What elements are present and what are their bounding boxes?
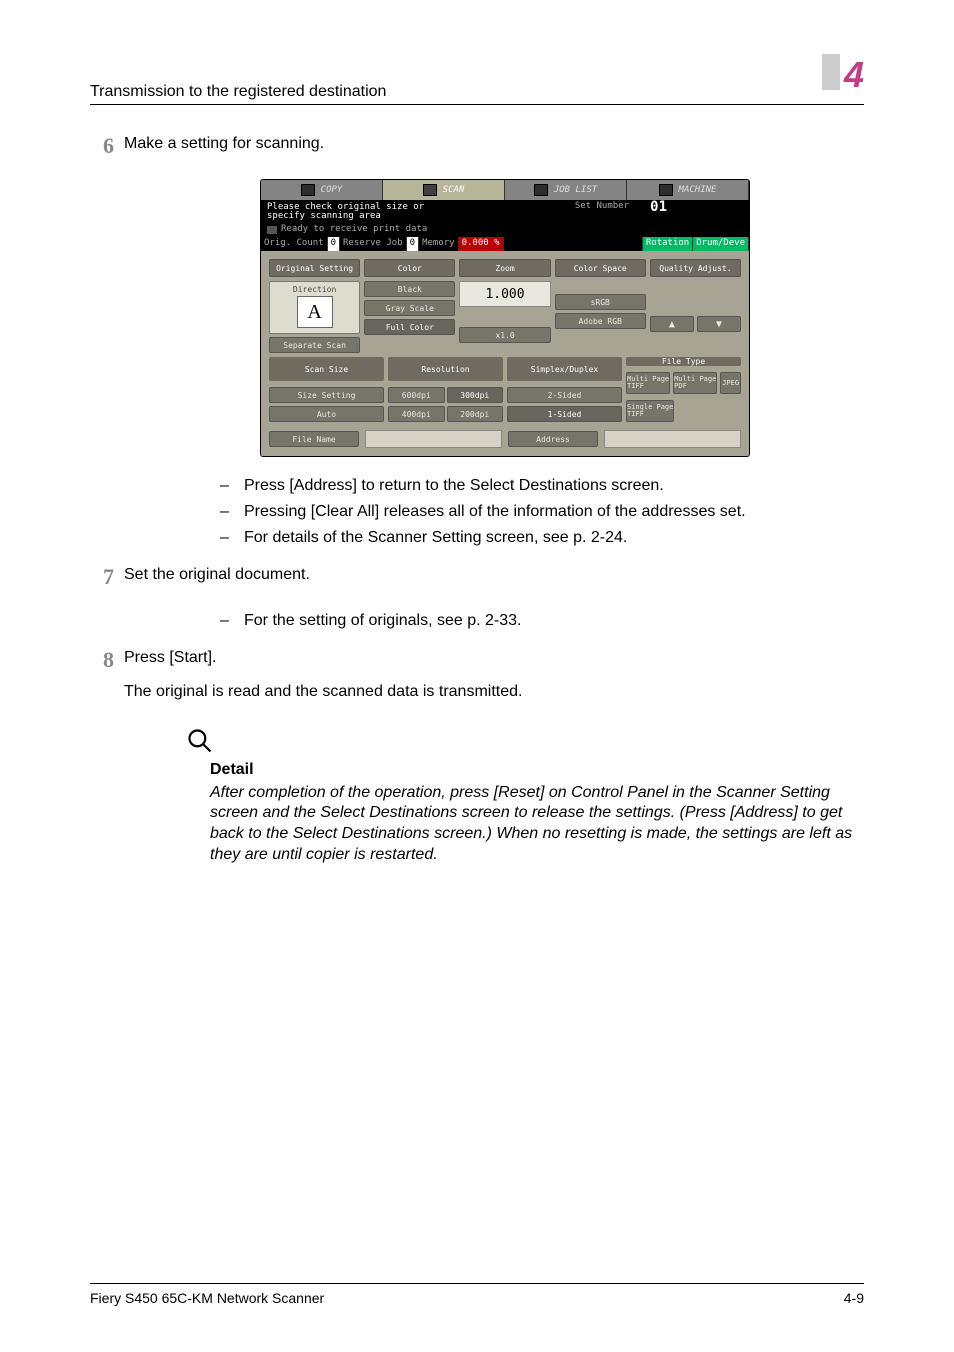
page-footer: Fiery S450 65C-KM Network Scanner 4-9 <box>90 1283 864 1306</box>
note-details: For details of the Scanner Setting scree… <box>244 527 627 549</box>
detail-body: After completion of the operation, press… <box>210 783 864 866</box>
two-sided-button[interactable]: 2-Sided <box>507 387 622 403</box>
separate-scan-button[interactable]: Separate Scan <box>269 337 360 353</box>
color-full-button[interactable]: Full Color <box>364 319 455 335</box>
scanner-settings-panel: Original Setting Color Zoom Color Space … <box>261 251 749 456</box>
tab-joblist[interactable]: JOB LIST <box>505 180 627 200</box>
hdr-color: Color <box>364 259 455 277</box>
multipage-pdf-button[interactable]: Multi Page PDF <box>673 372 717 394</box>
note-clearall: Pressing [Clear All] releases all of the… <box>244 501 746 523</box>
section-title: Transmission to the registered destinati… <box>90 83 822 101</box>
chapter-badge: 4 <box>822 60 864 102</box>
zoom-value: 1.000 <box>459 281 550 307</box>
note-originals: For the setting of originals, see p. 2-3… <box>244 610 521 632</box>
drum-status: Drum/Deve <box>693 237 749 251</box>
zoom-x1-button[interactable]: x1.0 <box>459 327 550 343</box>
device-screenshot: COPY SCAN JOB LIST MACHINE Please check … <box>260 179 750 458</box>
tab-copy[interactable]: COPY <box>261 180 383 200</box>
file-type-header: File Type <box>626 357 741 366</box>
scan-icon <box>423 184 437 196</box>
rotation-status: Rotation <box>643 237 693 251</box>
file-name-button[interactable]: File Name <box>269 431 359 447</box>
step-text: Set the original document. <box>124 564 864 586</box>
address-field-right <box>604 430 741 448</box>
step-8: 8 Press [Start]. The original is read an… <box>90 647 864 710</box>
note-address: Press [Address] to return to the Select … <box>244 475 664 497</box>
scan-size-header: Scan Size <box>269 357 384 381</box>
res-300-button[interactable]: 300dpi <box>447 387 504 403</box>
step7-notes: –For the setting of originals, see p. 2-… <box>220 610 864 632</box>
size-auto-button[interactable]: Auto <box>269 406 384 422</box>
step-7: 7 Set the original document. <box>90 564 864 594</box>
message-bar: Please check original size or specify sc… <box>261 200 749 238</box>
step6-notes: –Press [Address] to return to the Select… <box>220 475 864 548</box>
color-gray-button[interactable]: Gray Scale <box>364 300 455 316</box>
magnifier-icon <box>186 727 214 755</box>
size-setting-button[interactable]: Size Setting <box>269 387 384 403</box>
top-tab-bar: COPY SCAN JOB LIST MACHINE <box>261 180 749 200</box>
tab-scan[interactable]: SCAN <box>383 180 505 200</box>
memory-value: 0.000 % <box>459 237 504 251</box>
res-200-button[interactable]: 200dpi <box>447 406 504 422</box>
hdr-quality-adjust[interactable]: Quality Adjust. <box>650 259 741 277</box>
adobe-rgb-button[interactable]: Adobe RGB <box>555 313 646 329</box>
color-black-button[interactable]: Black <box>364 281 455 297</box>
tab-machine[interactable]: MACHINE <box>627 180 749 200</box>
hdr-color-space: Color Space <box>555 259 646 277</box>
footer-page: 4-9 <box>844 1290 864 1306</box>
detail-heading: Detail <box>210 761 864 779</box>
reserve-job-label: Reserve Job <box>340 237 407 251</box>
step-6: 6 Make a setting for scanning. <box>90 133 864 163</box>
page-header: Transmission to the registered destinati… <box>90 60 864 105</box>
step-number: 8 <box>90 647 124 710</box>
hdr-original-setting[interactable]: Original Setting <box>269 259 360 277</box>
direction-label: Direction <box>273 285 356 294</box>
one-sided-button[interactable]: 1-Sided <box>507 406 622 422</box>
status-bar: Orig. Count 0 Reserve Job 0 Memory 0.000… <box>261 237 749 251</box>
hdr-zoom: Zoom <box>459 259 550 277</box>
srgb-button[interactable]: sRGB <box>555 294 646 310</box>
address-button[interactable]: Address <box>508 431 598 447</box>
arrow-down-button[interactable]: ▼ <box>697 316 741 332</box>
footer-product: Fiery S450 65C-KM Network Scanner <box>90 1290 324 1306</box>
res-600-button[interactable]: 600dpi <box>388 387 445 403</box>
orig-count-label: Orig. Count <box>261 237 328 251</box>
step-text: Make a setting for scanning. <box>124 133 864 155</box>
machine-icon <box>659 184 673 196</box>
set-number-value: 01 <box>650 200 667 215</box>
direction-value[interactable]: A <box>297 296 333 328</box>
chapter-number: 4 <box>844 54 864 96</box>
step-text: Press [Start]. <box>124 647 864 669</box>
arrow-up-button[interactable]: ▲ <box>650 316 694 332</box>
step-number: 6 <box>90 133 124 163</box>
singlepage-tiff-button[interactable]: Single Page TIFF <box>626 400 674 422</box>
copy-icon <box>301 184 315 196</box>
jpeg-button[interactable]: JPEG <box>720 372 741 394</box>
file-name-field[interactable] <box>365 430 502 448</box>
memory-label: Memory <box>419 237 459 251</box>
simplex-duplex-header: Simplex/Duplex <box>507 357 622 381</box>
set-number-label: Set Number <box>575 202 629 212</box>
multipage-tiff-button[interactable]: Multi Page TIFF <box>626 372 670 394</box>
printer-icon <box>267 226 277 234</box>
step-number: 7 <box>90 564 124 594</box>
msg-line2: specify scanning area <box>267 212 743 222</box>
reserve-job-value: 0 <box>407 237 419 251</box>
ready-status: Ready to receive print data <box>267 225 427 235</box>
detail-block: Detail After completion of the operation… <box>210 727 864 866</box>
direction-box: Direction A <box>269 281 360 334</box>
res-400-button[interactable]: 400dpi <box>388 406 445 422</box>
resolution-header: Resolution <box>388 357 503 381</box>
step8-followup: The original is read and the scanned dat… <box>124 681 864 703</box>
joblist-icon <box>534 184 548 196</box>
orig-count-value: 0 <box>328 237 340 251</box>
